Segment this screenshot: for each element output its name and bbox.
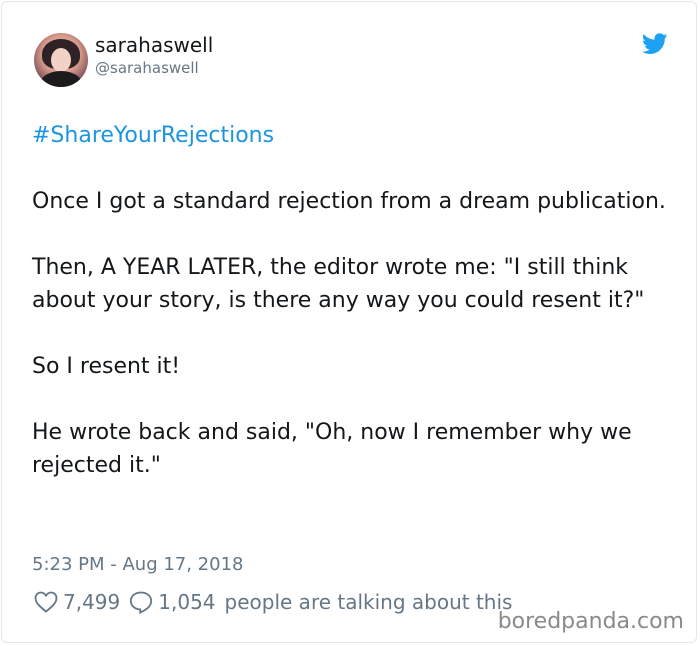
reply-count: 1,054 [158,590,216,614]
speech-bubble-icon[interactable] [129,591,153,614]
tweet-paragraph: He wrote back and said, "Oh, now I remem… [32,420,632,478]
heart-icon[interactable] [34,591,58,613]
display-name[interactable]: sarahaswell [95,33,213,57]
like-count: 7,499 [63,590,121,614]
tweet-body: #ShareYourRejections Once I got a standa… [32,119,672,482]
avatar-face [51,48,71,72]
hashtag-link[interactable]: #ShareYourRejections [32,123,274,148]
tweet-paragraph: So I resent it! [32,354,181,379]
tweet-paragraph: Once I got a standard rejection from a d… [32,189,666,214]
user-handle[interactable]: @sarahaswell [95,59,199,77]
twitter-bird-icon[interactable] [642,33,668,55]
tweet-timestamp[interactable]: 5:23 PM - Aug 17, 2018 [32,554,244,575]
avatar-shoulders [40,71,82,87]
avatar[interactable] [34,33,88,87]
watermark: boredpanda.com [497,609,684,634]
tweet-actions: 7,499 1,054 people are talking about thi… [34,590,512,614]
talking-about-link[interactable]: people are talking about this [225,590,513,614]
tweet-paragraph: Then, A YEAR LATER, the editor wrote me:… [32,255,645,313]
